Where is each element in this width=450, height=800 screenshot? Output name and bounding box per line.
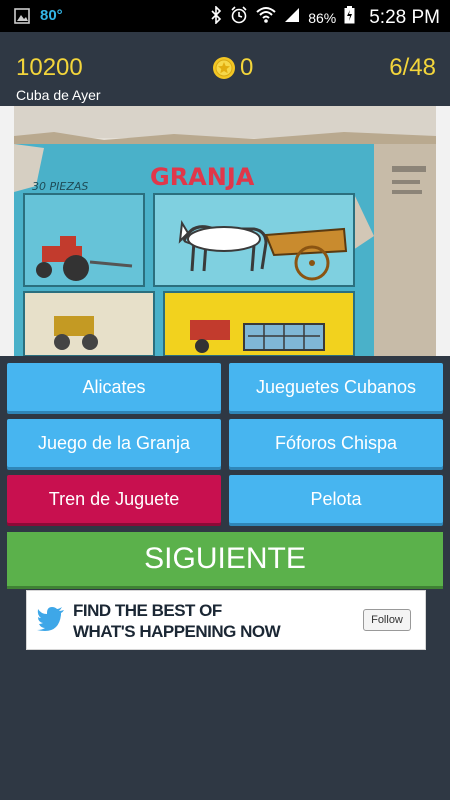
coin-icon xyxy=(213,57,235,79)
ad-banner[interactable]: FIND THE BEST OF WHAT'S HAPPENING NOW Fo… xyxy=(26,590,426,650)
coin-counter: 0 xyxy=(212,54,253,82)
photo-pieces-text: 30 PIEZAS xyxy=(32,180,88,193)
weather-temperature: 80° xyxy=(40,7,63,24)
answer-label: Pelota xyxy=(310,488,362,509)
clock: 5:28 PM xyxy=(369,6,440,28)
game-header: 10200 0 6/48 Cuba de Ayer xyxy=(0,32,450,106)
score: 10200 xyxy=(16,54,83,81)
ad-follow-button[interactable]: Follow xyxy=(363,609,411,631)
category-label: Cuba de Ayer xyxy=(16,87,101,103)
signal-icon xyxy=(284,7,300,28)
gallery-icon xyxy=(14,7,30,24)
answer-label: Alicates xyxy=(82,376,146,397)
ad-headline-line1: FIND THE BEST OF xyxy=(73,601,222,620)
status-bar: 80° 86% 5:28 PM xyxy=(0,0,450,32)
answer-button-4[interactable]: Fóforos Chispa xyxy=(229,419,443,467)
ad-headline-line2: WHAT'S HAPPENING NOW xyxy=(73,622,281,641)
answer-label: Juego de la Granja xyxy=(37,432,191,453)
question-photo-frame: GRANJA 30 PIEZAS xyxy=(0,106,450,356)
coin-count: 0 xyxy=(240,54,254,81)
next-button[interactable]: SIGUIENTE xyxy=(7,532,443,586)
photo-title-text: GRANJA xyxy=(150,163,255,191)
question-photo: GRANJA 30 PIEZAS xyxy=(14,106,436,356)
bluetooth-icon xyxy=(210,5,222,29)
answer-button-5[interactable]: Tren de Juguete xyxy=(7,475,221,523)
next-label: SIGUIENTE xyxy=(144,542,306,575)
answer-label: Tren de Juguete xyxy=(48,488,180,509)
answer-button-6[interactable]: Pelota xyxy=(229,475,443,523)
answer-button-2[interactable]: Jueguetes Cubanos xyxy=(229,363,443,411)
answer-label: Jueguetes Cubanos xyxy=(255,376,417,397)
battery-icon xyxy=(344,6,355,29)
question-progress: 6/48 xyxy=(389,54,436,81)
answer-button-1[interactable]: Alicates xyxy=(7,363,221,411)
answer-button-3[interactable]: Juego de la Granja xyxy=(7,419,221,467)
twitter-bird-icon xyxy=(37,607,64,631)
ad-follow-label: Follow xyxy=(371,614,403,626)
wifi-icon xyxy=(256,6,276,29)
alarm-icon xyxy=(230,6,248,29)
answer-label: Fóforos Chispa xyxy=(274,432,398,453)
battery-percent: 86% xyxy=(308,9,337,26)
